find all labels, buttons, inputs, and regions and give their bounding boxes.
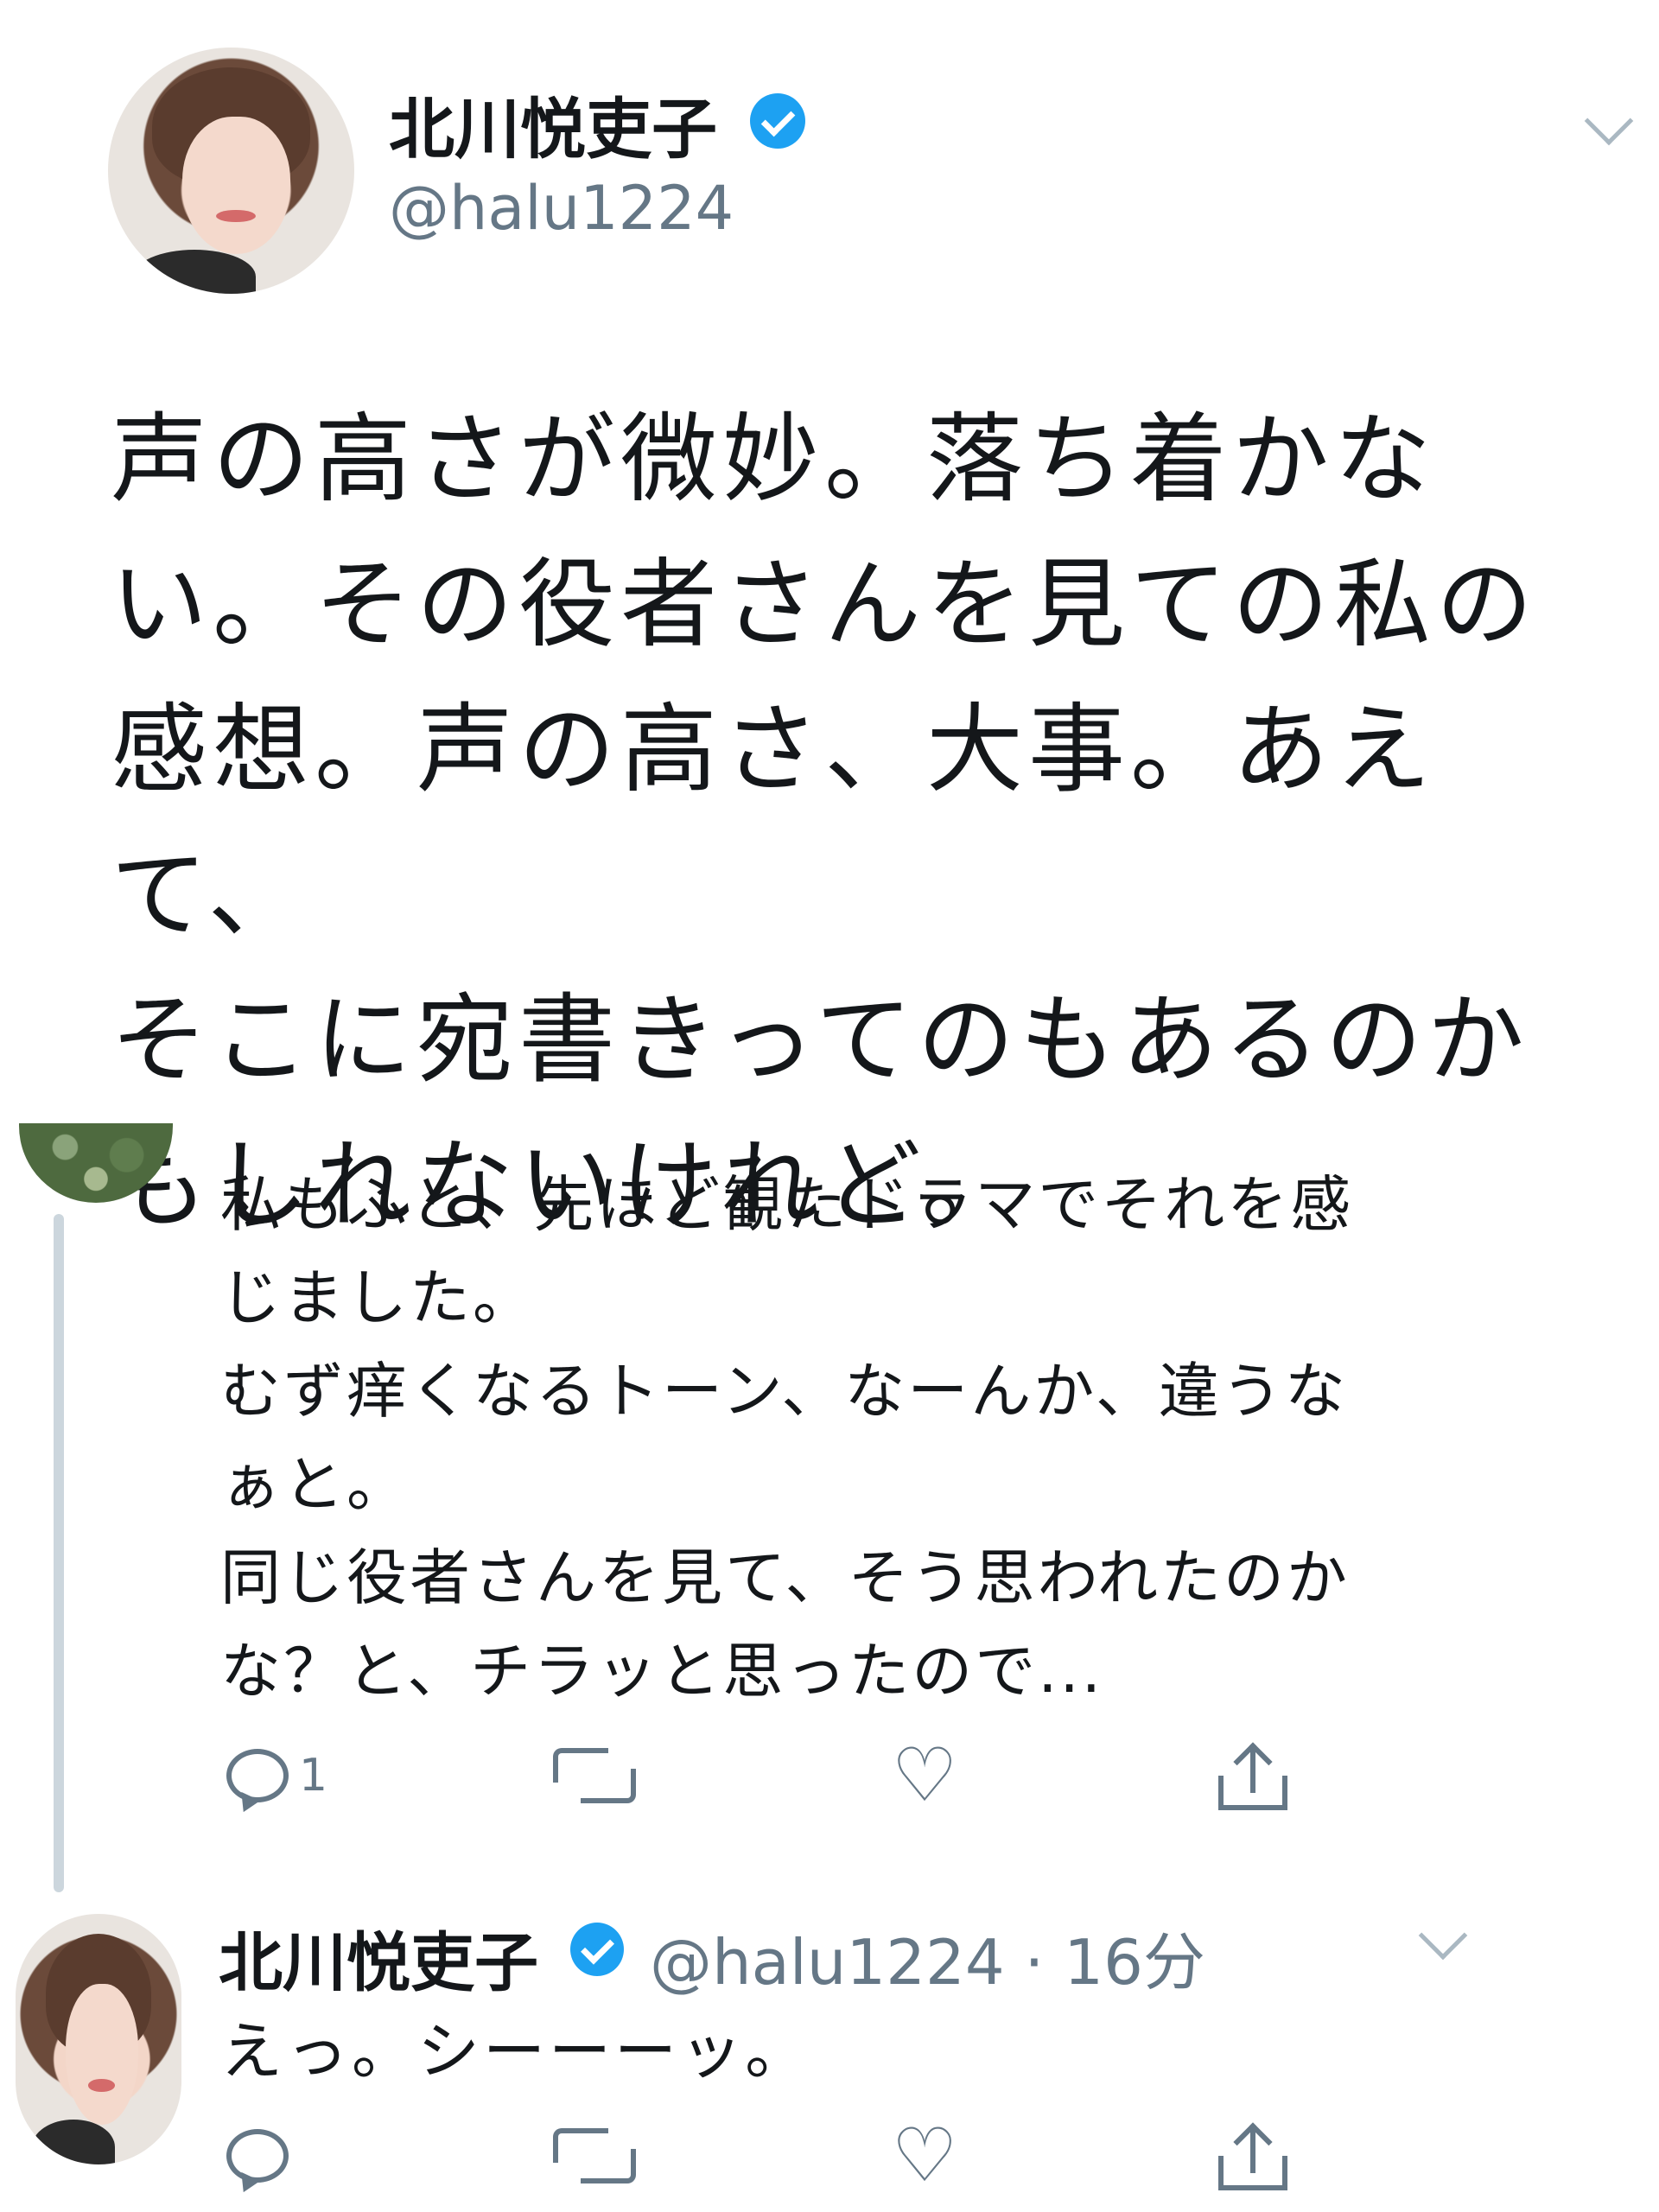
heart-icon: ♡: [891, 2113, 958, 2199]
reply-button[interactable]: [226, 2113, 289, 2199]
main-tweet-text: 声の高さが微妙。落ち着かな い。その役者さんを見ての私の 感想。声の高さ、大事。…: [111, 404, 1538, 1242]
reply-2-action-bar: ♡: [0, 2113, 1659, 2199]
retweet-button[interactable]: [553, 2113, 636, 2199]
share-icon: [1218, 1741, 1287, 1810]
author-avatar[interactable]: [108, 48, 354, 294]
share-icon: [1218, 2121, 1287, 2190]
retweet-icon: [553, 1748, 636, 1803]
share-button[interactable]: [1218, 2113, 1287, 2199]
chevron-down-icon[interactable]: [1584, 96, 1634, 146]
reply-button[interactable]: 1: [226, 1732, 327, 1819]
author-handle[interactable]: @halu1224: [389, 173, 734, 244]
share-button[interactable]: [1218, 1732, 1287, 1819]
reply-count: 1: [299, 1750, 328, 1802]
author-handle-and-timestamp[interactable]: @halu1224 · 16分: [650, 1911, 1205, 2002]
heart-icon: ♡: [891, 1732, 958, 1819]
reply-icon: [226, 1749, 289, 1802]
verified-badge-icon: [750, 93, 805, 149]
like-button[interactable]: ♡: [890, 1732, 959, 1819]
reply-tweet-text: えっ。シーーーッ。: [220, 2015, 811, 2088]
reply-1-action-bar: 1 ♡: [0, 1732, 1659, 1819]
like-button[interactable]: ♡: [890, 2113, 959, 2199]
author-display-name[interactable]: 北川悦吏子: [389, 76, 717, 171]
verified-badge-icon: [570, 1923, 624, 1976]
retweet-icon: [553, 2128, 636, 2183]
tweet-thread-screenshot: 北川悦吏子 @halu1224 声の高さが微妙。落ち着かな い。その役者さんを見…: [0, 0, 1659, 2212]
chevron-down-icon[interactable]: [1418, 1910, 1468, 1961]
reply-icon: [226, 2129, 289, 2183]
author-display-name[interactable]: 北川悦吏子: [219, 1911, 538, 2004]
retweet-button[interactable]: [553, 1732, 636, 1819]
reply-tweet-text: 私もふと、先ほど観たドラマでそれを感 じました。 むず痒くなるトーン、なーんか、…: [220, 1169, 1354, 1707]
